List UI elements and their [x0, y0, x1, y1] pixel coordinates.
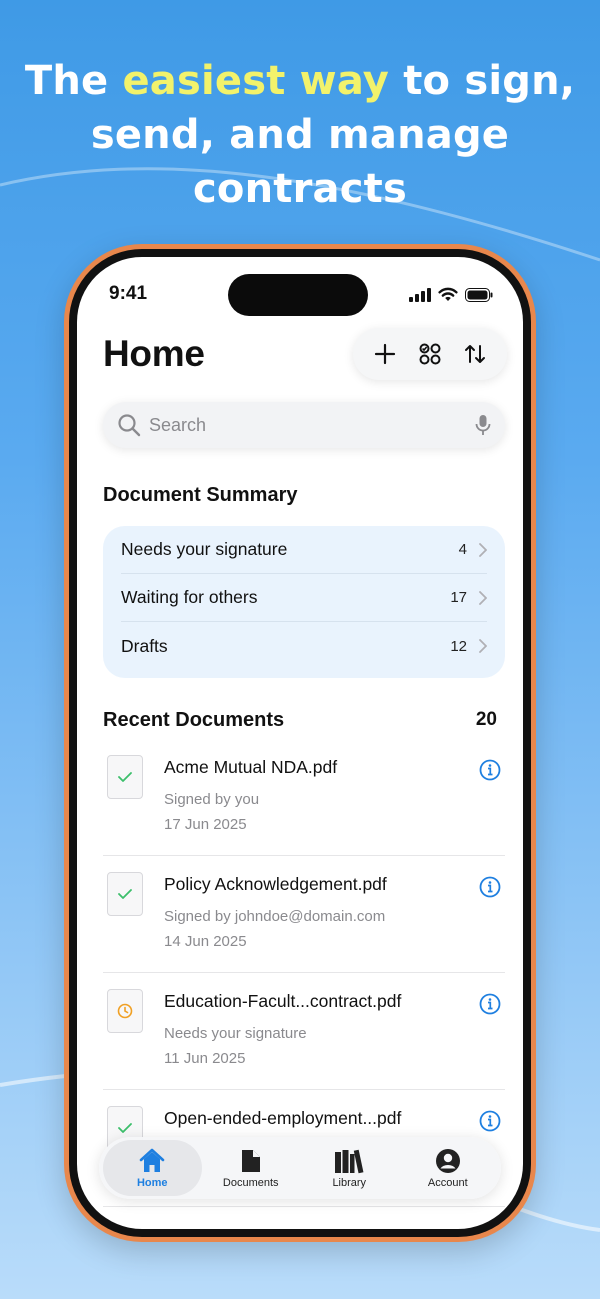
info-icon[interactable] — [479, 1110, 501, 1132]
tab-library[interactable]: Library — [300, 1140, 399, 1196]
check-icon — [118, 889, 132, 899]
summary-count: 17 — [450, 589, 467, 606]
headline-highlight: easiest way — [122, 58, 390, 104]
document-name: Open-ended-employment...pdf — [164, 1108, 402, 1128]
document-icon — [241, 1149, 260, 1172]
sort-button[interactable] — [459, 338, 491, 370]
home-icon — [139, 1148, 165, 1172]
document-name: Education-Facult...contract.pdf — [164, 991, 402, 1011]
clock-icon — [117, 1003, 133, 1019]
document-date: 17 Jun 2025 — [164, 816, 247, 833]
tab-account[interactable]: Account — [399, 1140, 498, 1196]
summary-row-waiting-for-others[interactable]: Waiting for others 17 — [121, 574, 487, 622]
filter-circles-icon — [419, 343, 441, 365]
check-icon — [118, 1123, 132, 1133]
account-icon — [435, 1148, 460, 1173]
plus-icon — [375, 343, 396, 365]
status-time: 9:41 — [109, 283, 148, 304]
filter-button[interactable] — [414, 338, 446, 370]
tab-documents[interactable]: Documents — [202, 1140, 301, 1196]
document-name: Policy Acknowledgement.pdf — [164, 874, 387, 894]
phone-frame: 9:41 Home Search Document Summary Needs … — [64, 244, 536, 1242]
summary-count: 12 — [450, 637, 467, 655]
microphone-icon[interactable] — [475, 414, 491, 436]
document-date: 11 Jun 2025 — [164, 1050, 246, 1067]
app-screen: 9:41 Home Search Document Summary Needs … — [77, 257, 523, 1229]
document-date: 14 Jun 2025 — [164, 933, 247, 950]
summary-section-title: Document Summary — [103, 484, 298, 506]
document-status: Signed by you — [164, 791, 260, 808]
cellular-signal-icon — [409, 287, 431, 302]
wifi-icon — [438, 287, 458, 301]
info-icon[interactable] — [479, 876, 501, 898]
list-item[interactable]: Policy Acknowledgement.pdf Signed by joh… — [103, 856, 505, 973]
chevron-right-icon — [479, 639, 487, 653]
search-icon — [118, 414, 141, 437]
list-item[interactable]: Education-Facult...contract.pdf Needs yo… — [103, 973, 505, 1090]
search-placeholder: Search — [149, 414, 207, 435]
document-name: Acme Mutual NDA.pdf — [164, 757, 338, 777]
tab-home[interactable]: Home — [103, 1140, 202, 1196]
document-status: Signed by johndoe@domain.com — [164, 908, 386, 925]
list-item[interactable]: Acme Mutual NDA.pdf Signed by you 17 Jun… — [103, 739, 505, 856]
document-thumbnail — [107, 989, 143, 1033]
dynamic-island — [228, 274, 368, 316]
recent-count: 20 — [475, 709, 497, 730]
library-icon — [335, 1149, 364, 1173]
check-icon — [118, 772, 132, 782]
document-thumbnail — [107, 755, 143, 799]
search-input[interactable]: Search — [103, 402, 505, 448]
summary-row-drafts[interactable]: Drafts 12 — [121, 622, 487, 670]
summary-row-needs-signature[interactable]: Needs your signature 4 — [121, 526, 487, 574]
info-icon[interactable] — [479, 759, 501, 781]
info-icon[interactable] — [479, 993, 501, 1015]
add-button[interactable] — [369, 338, 401, 370]
chevron-right-icon — [479, 542, 487, 557]
sort-arrows-icon — [464, 345, 485, 363]
document-status: Needs your signature — [164, 1025, 307, 1042]
page-title: Home — [103, 333, 205, 374]
chevron-right-icon — [479, 590, 487, 605]
battery-icon — [465, 287, 493, 302]
recent-section-title: Recent Documents — [103, 709, 285, 731]
tab-bar: Home Documents Library Account — [99, 1137, 501, 1199]
header-toolbar — [353, 328, 507, 380]
document-thumbnail — [107, 872, 143, 916]
document-summary-card: Needs your signature 4 Waiting for other… — [103, 526, 505, 678]
marketing-headline: The easiest way to sign, send, and manag… — [24, 58, 576, 212]
status-icons — [409, 287, 493, 302]
summary-count: 4 — [458, 541, 467, 558]
